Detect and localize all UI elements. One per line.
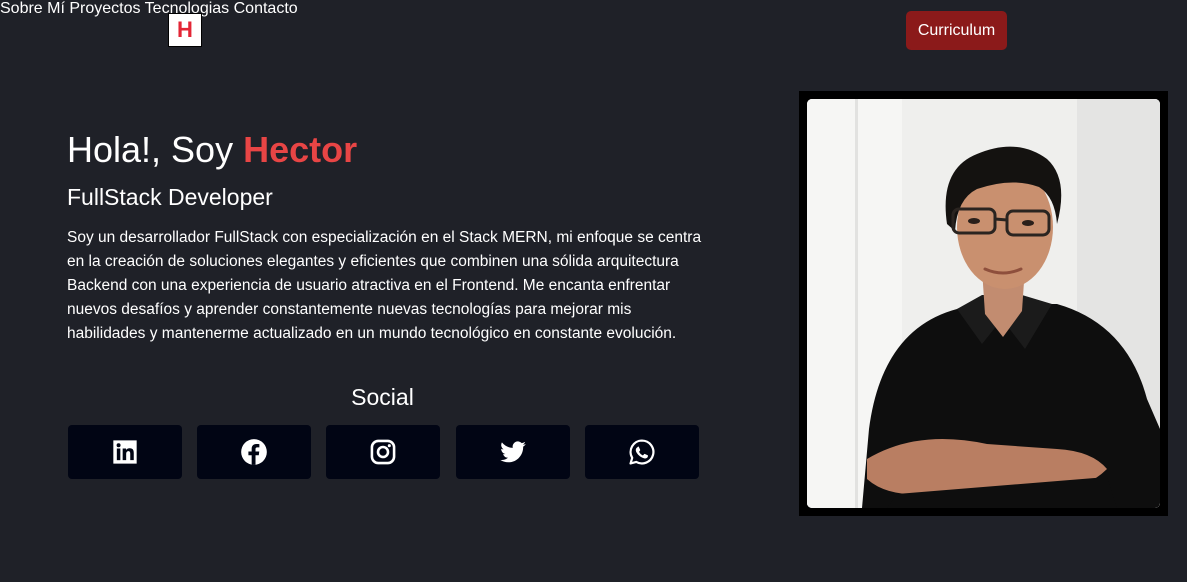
nav-item-sobre-mi[interactable]: Sobre Mí [0,0,65,17]
profile-photo [807,99,1160,508]
hero-role: FullStack Developer [67,184,273,210]
twitter-button[interactable] [456,425,570,479]
whatsapp-button[interactable] [585,425,699,479]
whatsapp-icon [629,439,655,465]
hero-name: Hector [243,129,358,170]
twitter-icon [500,441,526,463]
nav-item-proyectos[interactable]: Proyectos [69,0,140,17]
hero-title: Hola!, Soy Hector [67,129,357,171]
curriculum-button[interactable]: Curriculum [906,11,1007,50]
logo-letter: H [177,17,193,42]
instagram-icon [370,439,396,465]
profile-photo-frame [799,91,1168,516]
instagram-button[interactable] [326,425,440,479]
hero-bio: Soy un desarrollador FullStack con espec… [67,229,702,342]
linkedin-icon [113,440,137,464]
logo[interactable]: H [168,13,202,47]
linkedin-button[interactable] [68,425,182,479]
social-title: Social [351,384,414,410]
nav-item-contacto[interactable]: Contacto [234,0,298,17]
facebook-icon [241,439,267,465]
facebook-button[interactable] [197,425,311,479]
hero-greeting: Hola!, Soy [67,129,244,170]
